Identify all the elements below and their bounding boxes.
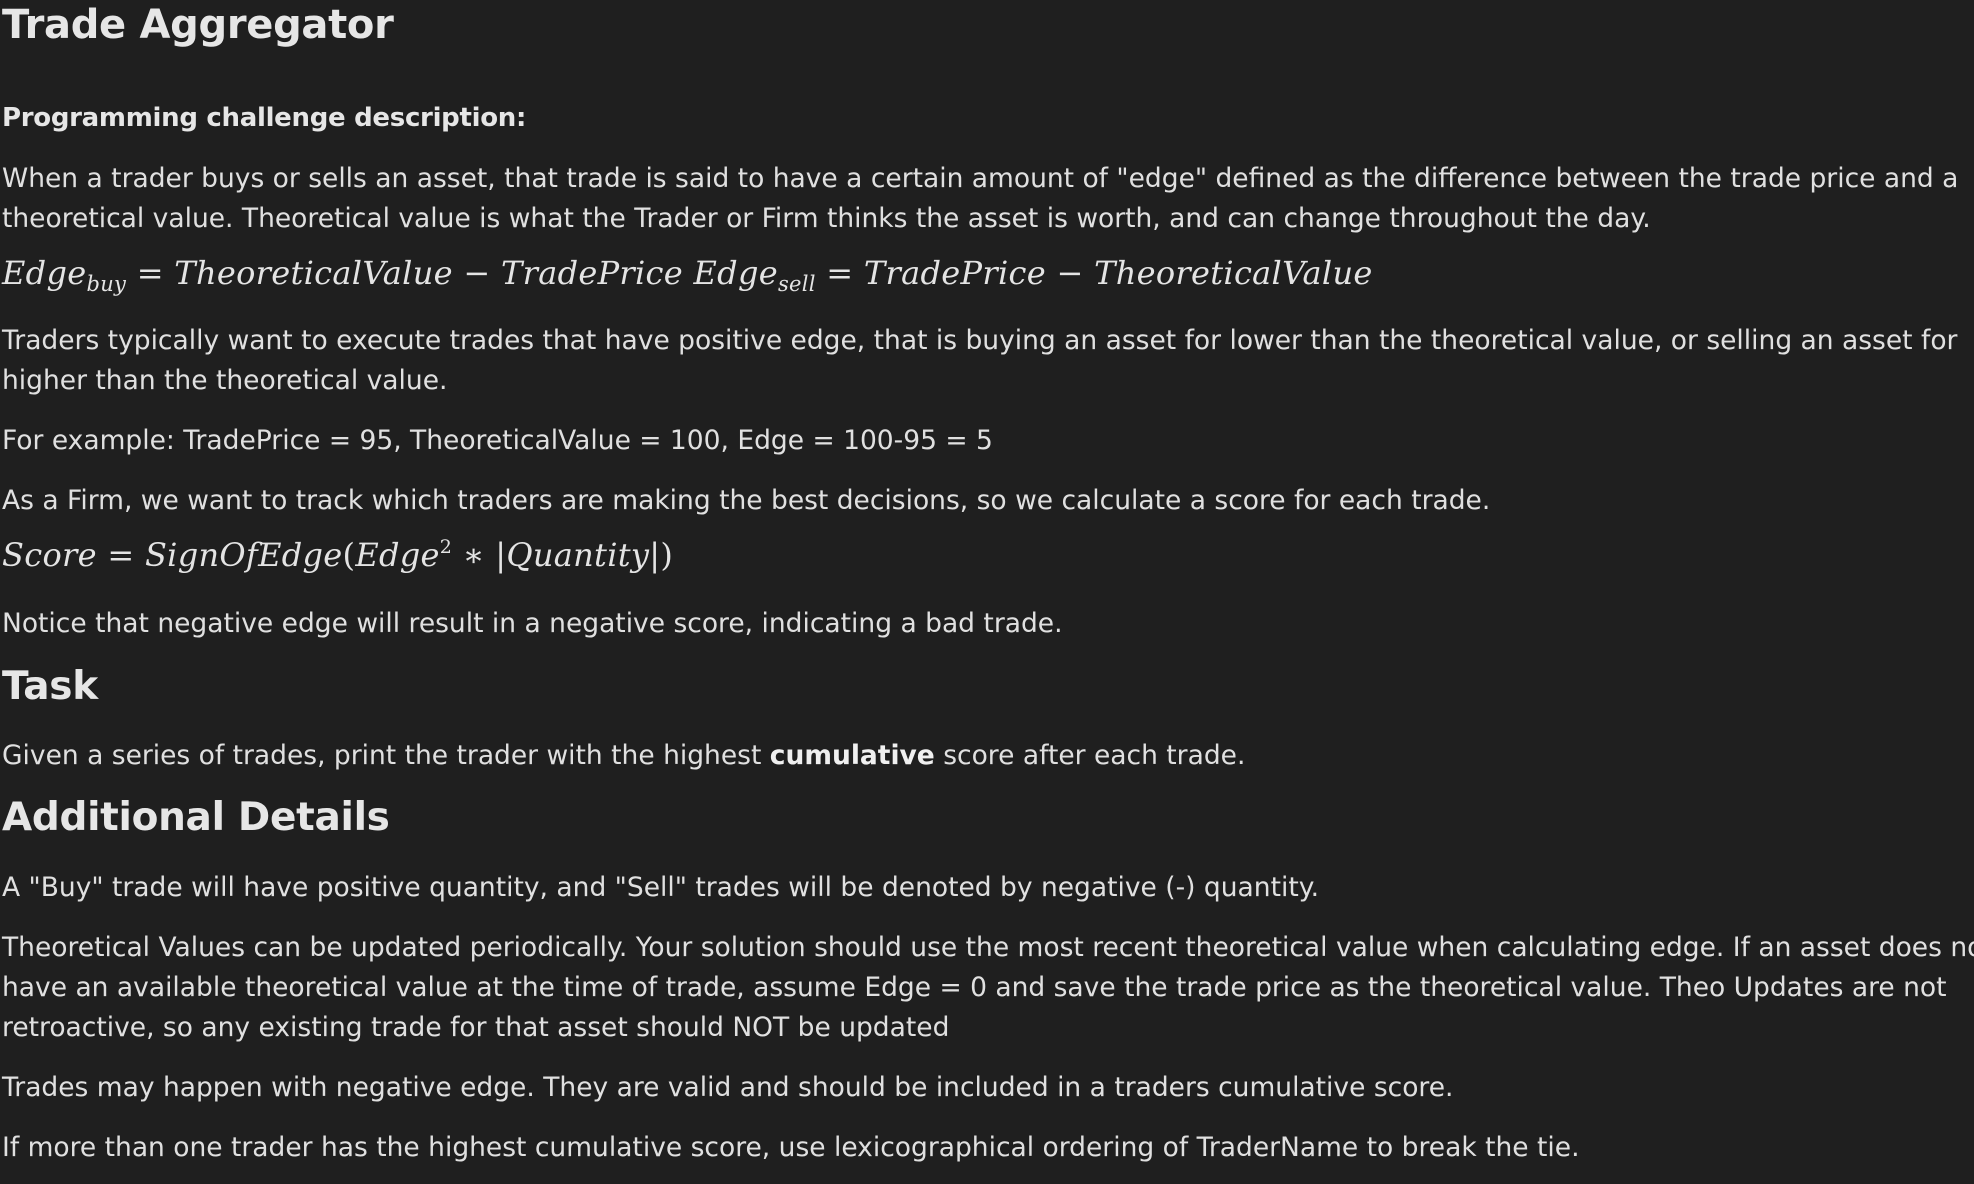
task-heading: Task [2, 664, 98, 709]
positive-edge-line-1: Traders typically want to execute trades… [2, 325, 1958, 356]
right-paren: ) [660, 536, 674, 574]
minus-sign: − [1056, 254, 1084, 292]
intro-line-2: theoretical value. Theoretical value is … [2, 203, 1651, 234]
edge-formula: Edgebuy = TheoreticalValue − TradePrice … [2, 254, 1373, 295]
buy-sell-paragraph: A "Buy" trade will have positive quantit… [2, 872, 1320, 903]
abs-open: | [495, 536, 507, 574]
buy-subscript: buy [86, 272, 127, 296]
positive-edge-paragraph: Traders typically want to execute trades… [2, 321, 1957, 401]
edge-symbol: Edge [355, 536, 440, 574]
square-superscript: 2 [439, 536, 453, 558]
equals-sign: = [136, 254, 164, 292]
left-paren: ( [342, 536, 356, 574]
task-text-after: score after each trade. [934, 740, 1246, 771]
task-paragraph: Given a series of trades, print the trad… [2, 736, 1245, 776]
negative-edge-paragraph: Trades may happen with negative edge. Th… [2, 1072, 1454, 1103]
intro-line-1: When a trader buys or sells an asset, th… [2, 163, 1959, 194]
minus-sign: − [463, 254, 491, 292]
intro-paragraph: When a trader buys or sells an asset, th… [2, 159, 1958, 239]
sell-subscript: sell [777, 272, 816, 296]
theo-update-paragraph: Theoretical Values can be updated period… [2, 928, 1974, 1048]
multiply-sign: ∗ [462, 536, 485, 574]
equals-sign: = [826, 254, 854, 292]
page-title: Trade Aggregator [2, 2, 394, 48]
theoretical-value-term: TheoreticalValue [174, 254, 453, 292]
trade-price-term: TradePrice [500, 254, 684, 292]
equals-sign: = [107, 536, 135, 574]
abs-close: | [649, 536, 661, 574]
edge-symbol: Edge [2, 254, 87, 292]
example-paragraph: For example: TradePrice = 95, Theoretica… [2, 425, 993, 456]
theo-update-line-3: retroactive, so any existing trade for t… [2, 1012, 950, 1043]
theoretical-value-term: TheoreticalValue [1094, 254, 1373, 292]
challenge-heading: Programming challenge description: [2, 103, 527, 133]
tie-break-paragraph: If more than one trader has the highest … [2, 1132, 1580, 1163]
score-formula: Score = SignOfEdge(Edge2 ∗ |Quantity|) [2, 536, 673, 574]
score-symbol: Score [2, 536, 97, 574]
theo-update-line-1: Theoretical Values can be updated period… [2, 932, 1974, 963]
trade-price-term: TradePrice [863, 254, 1046, 292]
notice-paragraph: Notice that negative edge will result in… [2, 608, 1063, 639]
edge-symbol: Edge [693, 254, 778, 292]
quantity-term: Quantity [506, 536, 650, 574]
additional-details-heading: Additional Details [2, 795, 390, 840]
firm-paragraph: As a Firm, we want to track which trader… [2, 485, 1491, 516]
positive-edge-line-2: higher than the theoretical value. [2, 365, 448, 396]
task-bold-cumulative: cumulative [769, 740, 935, 771]
task-text-before: Given a series of trades, print the trad… [2, 740, 770, 771]
theo-update-line-2: have an available theoretical value at t… [2, 972, 1947, 1003]
sign-of-edge-term: SignOfEdge [144, 536, 343, 574]
